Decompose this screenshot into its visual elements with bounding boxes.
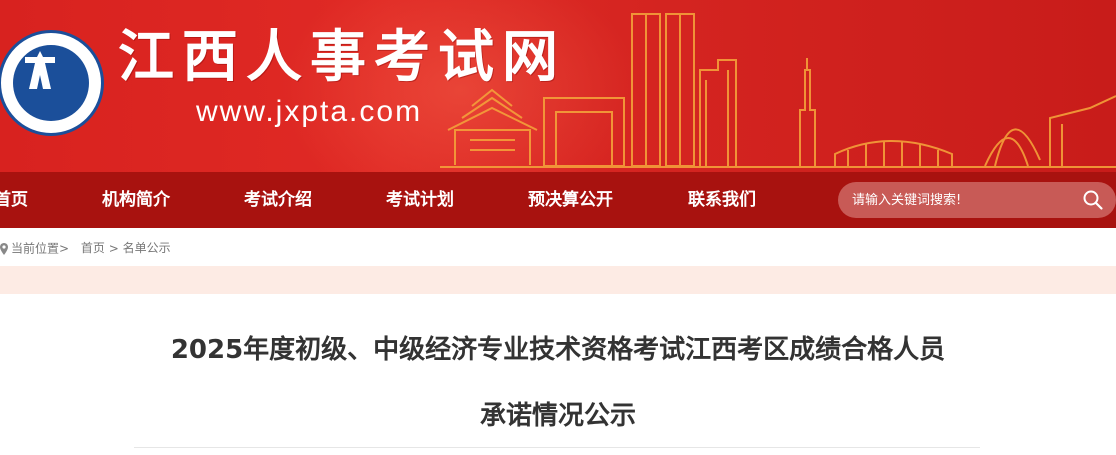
site-title: 江西人事考试网 <box>118 24 566 90</box>
nav-item-budget[interactable]: 预决算公开 <box>528 172 613 228</box>
site-banner: 江西人事考试网 www.jxpta.com <box>0 0 1116 172</box>
nav-item-exam-intro[interactable]: 考试介绍 <box>244 172 312 228</box>
center-logo-seal <box>0 30 104 136</box>
title-divider <box>134 447 980 448</box>
nav-item-exam-plan[interactable]: 考试计划 <box>386 172 454 228</box>
breadcrumb-list-link[interactable]: 名单公示 <box>123 241 171 255</box>
search-box <box>838 182 1116 218</box>
nav-item-about[interactable]: 机构简介 <box>102 172 170 228</box>
search-icon[interactable] <box>1082 189 1104 211</box>
site-url[interactable]: www.jxpta.com <box>196 94 422 130</box>
article-title-line-2: 承诺情况公示 <box>479 401 636 431</box>
content-top-band <box>0 266 1116 294</box>
logo-emblem-icon <box>25 51 55 89</box>
nav-item-home[interactable]: 首页 <box>0 172 28 228</box>
breadcrumb-prefix: 当前位置> <box>11 241 70 256</box>
breadcrumb: 当前位置> 首页 > 名单公示 <box>0 239 171 257</box>
search-input[interactable] <box>852 182 1072 218</box>
article-title-line-1: 2025年度初级、中级经济专业技术资格考试江西考区成绩合格人员 <box>170 335 946 365</box>
breadcrumb-separator: > <box>108 241 119 256</box>
location-pin-icon <box>0 242 8 255</box>
nav-item-contact[interactable]: 联系我们 <box>688 172 756 228</box>
breadcrumb-home-link[interactable]: 首页 <box>81 241 105 255</box>
